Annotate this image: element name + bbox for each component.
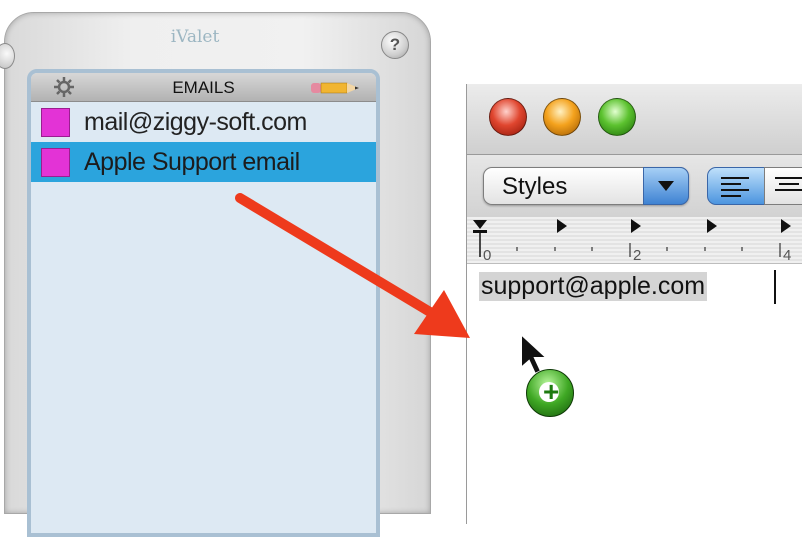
copy-plus-icon: + [526,369,574,417]
drag-arrow [235,193,470,338]
copy-plus-symbol: + [543,376,560,407]
